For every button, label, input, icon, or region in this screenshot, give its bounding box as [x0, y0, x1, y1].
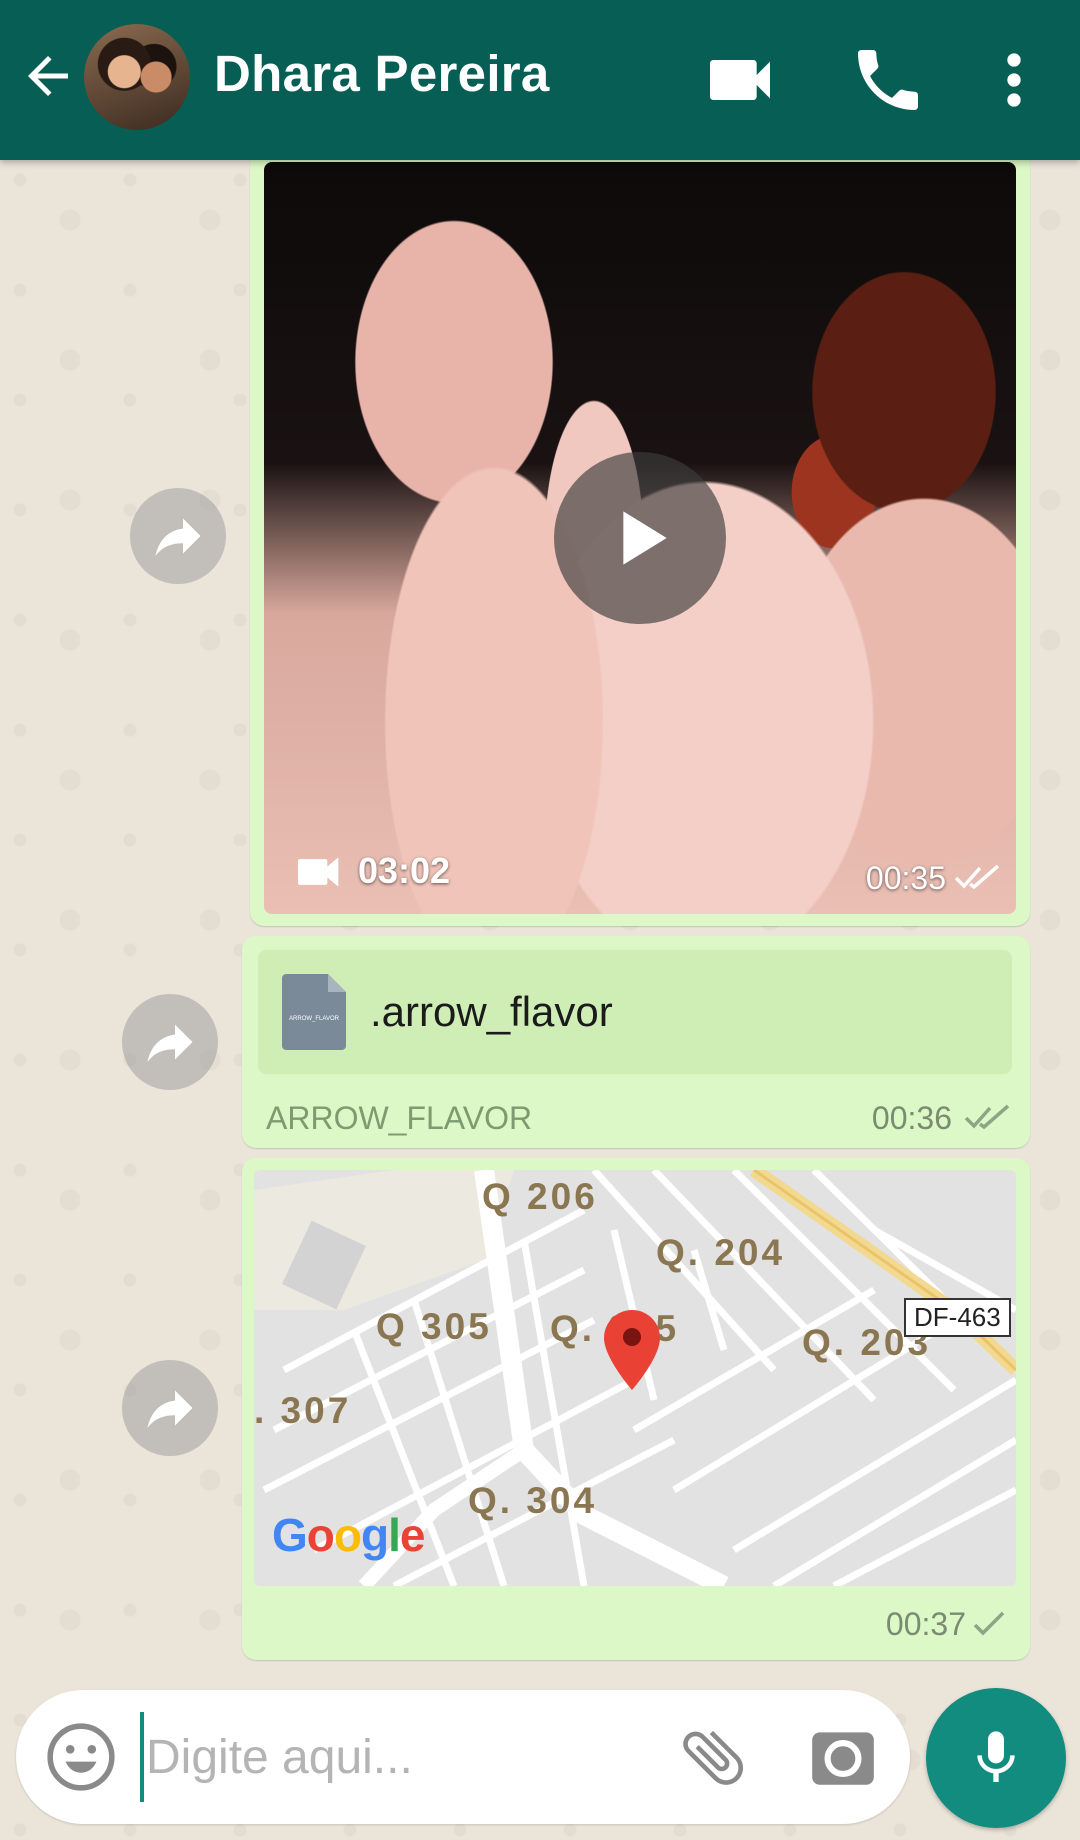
document-file-name: .arrow_flavor	[370, 988, 613, 1035]
attach-button[interactable]	[676, 1720, 750, 1794]
more-vert-icon	[1007, 53, 1021, 107]
video-message[interactable]: 03:02 00:35	[250, 150, 1030, 926]
contact-avatar[interactable]	[84, 24, 190, 130]
video-camera-icon	[710, 60, 770, 100]
forward-document-button[interactable]	[122, 994, 218, 1090]
video-call-button[interactable]	[700, 40, 780, 120]
microphone-icon	[977, 1731, 1015, 1782]
location-message[interactable]: Q 206 Q. 204 Q 305 Q. 205 Q. 203 . 307 Q…	[242, 1158, 1030, 1660]
map-label: Q 206	[482, 1176, 598, 1217]
camera-icon	[812, 1732, 874, 1785]
document-card[interactable]: ARROW_FLAVOR .arrow_flavor	[258, 950, 1012, 1074]
forward-location-button[interactable]	[122, 1360, 218, 1456]
forward-icon	[147, 1390, 193, 1428]
double-check-icon	[964, 1104, 1010, 1130]
message-time: 00:36	[871, 1100, 952, 1136]
video-camera-icon	[298, 857, 339, 887]
check-icon	[973, 1611, 1005, 1636]
video-duration: 03:02	[358, 850, 451, 891]
play-button[interactable]	[554, 452, 726, 624]
forward-icon	[147, 1024, 193, 1062]
phone-icon	[858, 50, 918, 110]
double-check-icon	[954, 864, 1000, 890]
menu-button[interactable]	[974, 40, 1054, 120]
contact-name[interactable]: Dhara Pereira	[214, 44, 550, 103]
map-label: Q. 304	[468, 1480, 598, 1521]
message-composer	[16, 1690, 910, 1824]
camera-button[interactable]	[806, 1720, 880, 1794]
message-time: 00:35	[865, 860, 946, 896]
arrow-back-icon	[28, 56, 68, 96]
forward-video-button[interactable]	[130, 488, 226, 584]
file-icon: ARROW_FLAVOR	[282, 974, 346, 1050]
back-button[interactable]	[18, 46, 78, 106]
paperclip-icon	[683, 1730, 744, 1785]
chat-header: Dhara Pereira	[0, 0, 1080, 160]
video-thumbnail[interactable]: 03:02 00:35	[264, 162, 1016, 914]
map-thumbnail[interactable]: Q 206 Q. 204 Q 305 Q. 205 Q. 203 . 307 Q…	[254, 1170, 1016, 1586]
road-sign: DF-463	[904, 1298, 1011, 1337]
map-label: Q 305	[376, 1306, 492, 1347]
file-thumbnail-label: ARROW_FLAVOR	[289, 1016, 340, 1022]
voice-record-button[interactable]	[926, 1688, 1066, 1828]
play-icon	[623, 511, 667, 565]
message-input[interactable]	[140, 1712, 660, 1802]
message-time: 00:37	[885, 1606, 966, 1642]
document-message[interactable]: ARROW_FLAVOR .arrow_flavor ARROW_FLAVOR …	[242, 936, 1030, 1148]
emoji-button[interactable]	[44, 1720, 118, 1794]
voice-call-button[interactable]	[848, 40, 928, 120]
location-pin-icon	[604, 1310, 660, 1390]
map-label: Q. 204	[656, 1232, 786, 1273]
forward-icon	[155, 518, 201, 556]
document-file-type: ARROW_FLAVOR	[266, 1100, 533, 1136]
google-logo: Google	[272, 1509, 425, 1561]
emoji-icon	[47, 1723, 115, 1791]
map-label: . 307	[254, 1390, 352, 1431]
